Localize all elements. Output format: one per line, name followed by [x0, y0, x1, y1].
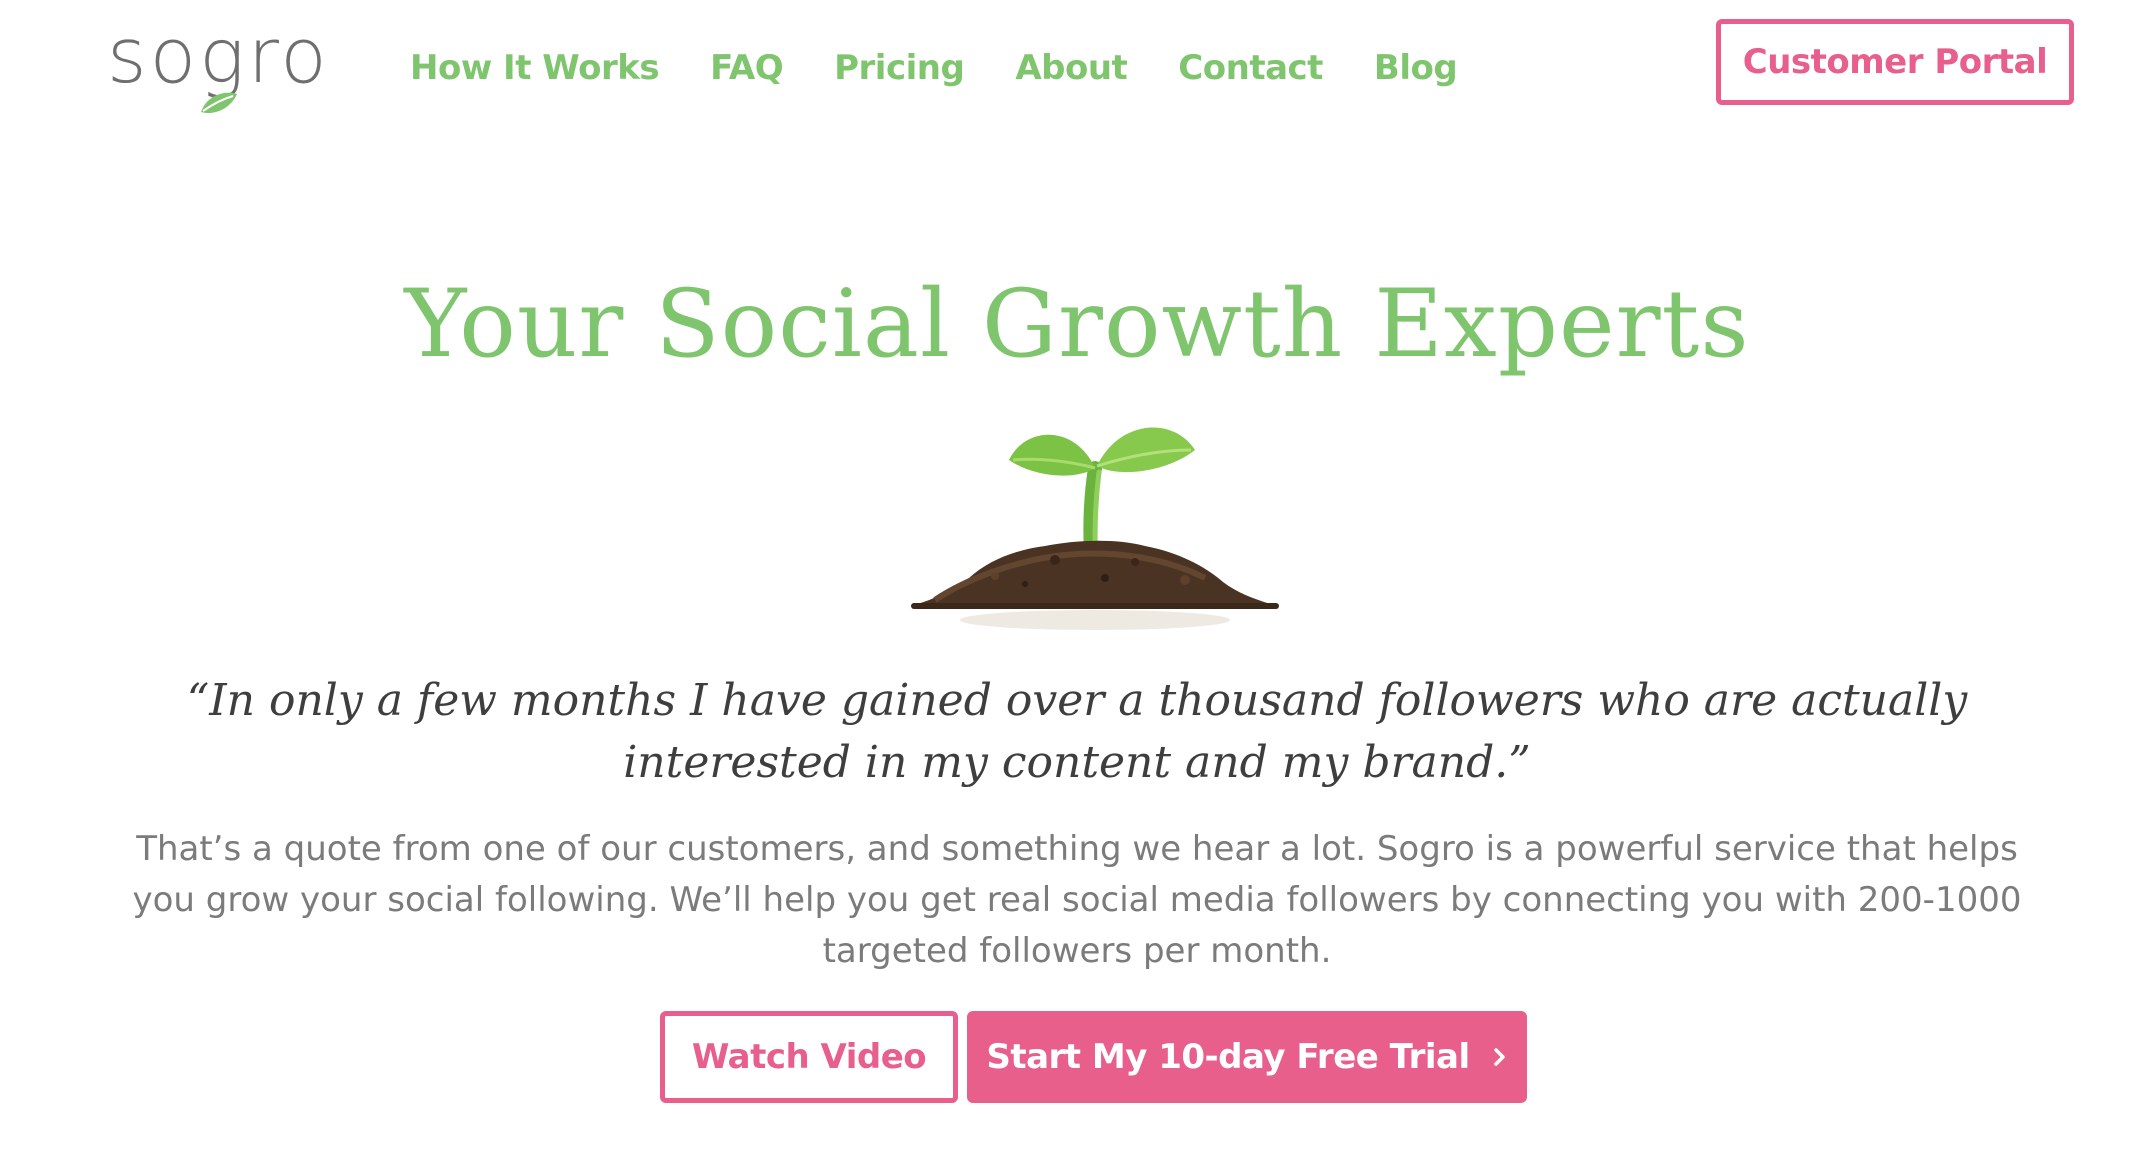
nav-link-blog[interactable]: Blog: [1374, 42, 1458, 94]
sprout-icon: [911, 427, 1279, 630]
main-nav: How It Works FAQ Pricing About Contact B…: [410, 42, 1508, 94]
watch-video-label: Watch Video: [691, 1037, 927, 1077]
nav-link-faq[interactable]: FAQ: [710, 42, 784, 94]
testimonial-quote: “In only a few months I have gained over…: [186, 675, 1968, 788]
hero-title: Your Social Growth Experts: [404, 270, 1750, 379]
sogro-logo[interactable]: sogro: [107, 6, 337, 116]
nav-link-how-it-works[interactable]: How It Works: [410, 42, 660, 94]
hero-description: That’s a quote from one of our customers…: [132, 829, 2022, 971]
customer-portal-button[interactable]: Customer Portal: [1716, 19, 2074, 105]
nav-link-contact[interactable]: Contact: [1178, 42, 1323, 94]
leaf-icon: [201, 92, 237, 114]
free-trial-label: Start My 10-day Free Trial: [986, 1037, 1470, 1077]
nav-link-pricing[interactable]: Pricing: [834, 42, 965, 94]
watch-video-button[interactable]: Watch Video: [660, 1011, 958, 1103]
chevron-right-icon: [1493, 1048, 1505, 1066]
nav-link-about[interactable]: About: [1015, 42, 1127, 94]
free-trial-button[interactable]: Start My 10-day Free Trial: [967, 1011, 1527, 1103]
landing-page: sogro How It Works FAQ Pricing About Con…: [0, 0, 2154, 1174]
